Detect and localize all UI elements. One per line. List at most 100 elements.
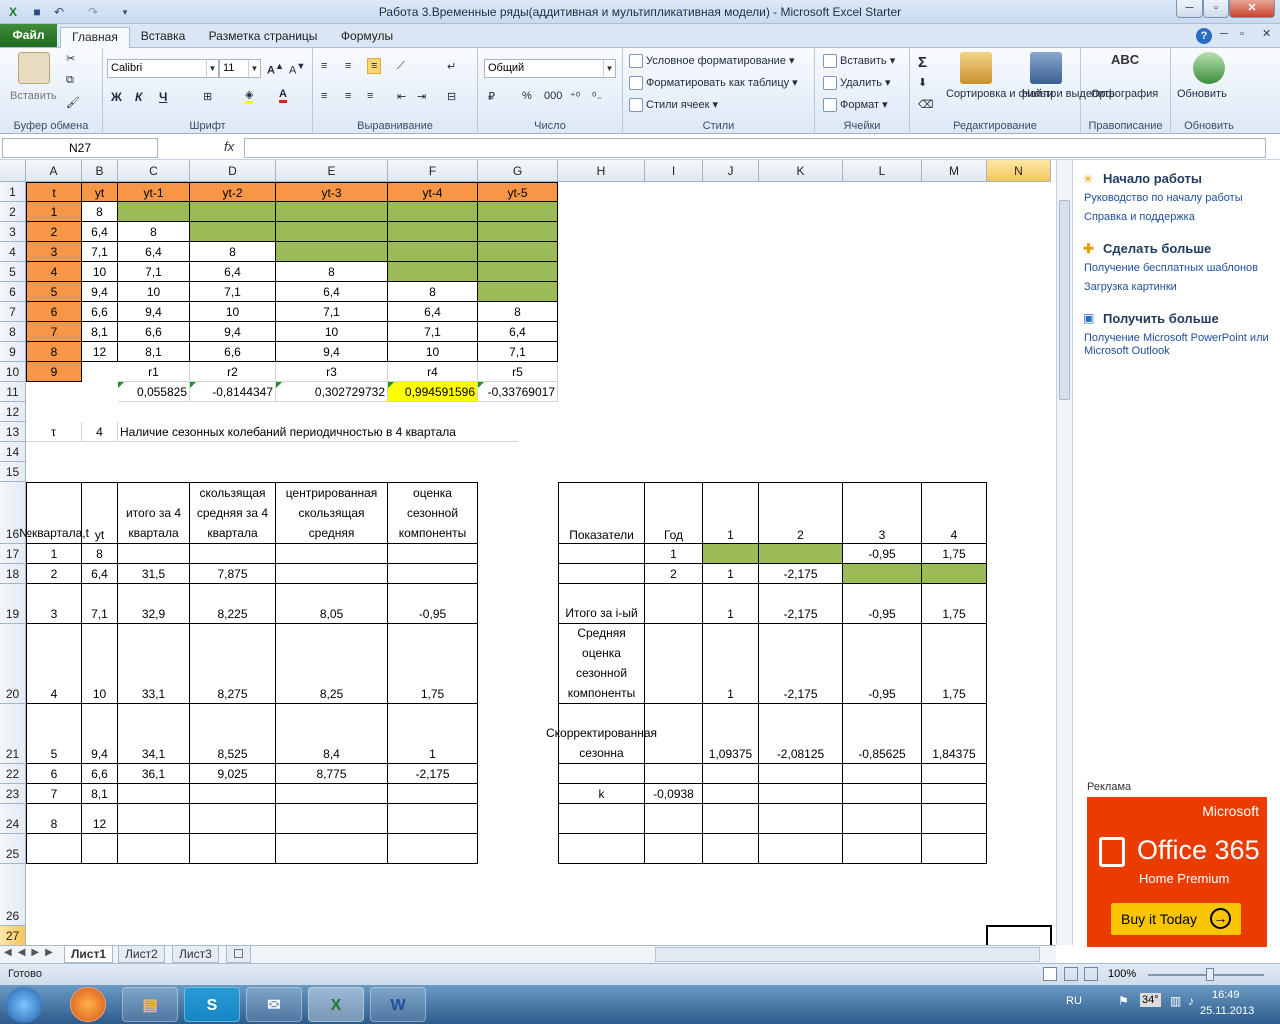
- spelling-button[interactable]: Орфография: [1091, 88, 1158, 100]
- align-right-icon[interactable]: ≡: [367, 90, 373, 102]
- cell-C10[interactable]: r1: [118, 362, 190, 382]
- find-select-icon[interactable]: [1030, 52, 1062, 84]
- cell-E5[interactable]: 8: [276, 262, 388, 282]
- cell-M21[interactable]: 1,84375: [922, 704, 987, 764]
- cell-H22[interactable]: [558, 764, 645, 784]
- cell-K23[interactable]: [759, 784, 843, 804]
- cell-A23[interactable]: 7: [26, 784, 82, 804]
- cell-K24[interactable]: [759, 804, 843, 834]
- column-header-I[interactable]: I: [645, 160, 703, 182]
- cell-C6[interactable]: 10: [118, 282, 190, 302]
- cell-A4[interactable]: 3: [26, 242, 82, 262]
- cell-F19[interactable]: -0,95: [388, 584, 478, 624]
- cell-L17[interactable]: -0,95: [843, 544, 922, 564]
- cell-H24[interactable]: [558, 804, 645, 834]
- cell-B16[interactable]: yt: [82, 482, 118, 544]
- cell-H20[interactable]: Средняя оценка сезонной компоненты: [558, 624, 645, 704]
- align-left-icon[interactable]: ≡: [321, 90, 327, 102]
- cell-F18[interactable]: [388, 564, 478, 584]
- cell-B19[interactable]: 7,1: [82, 584, 118, 624]
- decrease-decimal-icon[interactable]: ⁰₋: [592, 90, 602, 103]
- fill-color-icon[interactable]: ◈: [245, 88, 254, 104]
- cell-D8[interactable]: 9,4: [190, 322, 276, 342]
- cell-D1[interactable]: yt-2: [190, 182, 276, 202]
- cell-E25[interactable]: [276, 834, 388, 864]
- borders-icon[interactable]: ⊞: [203, 90, 212, 103]
- cell-J25[interactable]: [703, 834, 759, 864]
- cell-K20[interactable]: -2,175: [759, 624, 843, 704]
- cell-M23[interactable]: [922, 784, 987, 804]
- row-header-17[interactable]: 17: [0, 544, 26, 564]
- cell-G1[interactable]: yt-5: [478, 182, 558, 202]
- paste-button[interactable]: Вставить: [10, 90, 57, 102]
- page-break-icon[interactable]: [1084, 967, 1098, 981]
- cell-A8[interactable]: 7: [26, 322, 82, 342]
- link-templates[interactable]: Получение бесплатных шаблонов: [1084, 262, 1274, 275]
- cell-I21[interactable]: [645, 704, 703, 764]
- cell-B24[interactable]: 12: [82, 804, 118, 834]
- column-header-M[interactable]: M: [922, 160, 987, 182]
- percent-button[interactable]: %: [522, 90, 532, 102]
- font-size-select[interactable]: 11 ▼: [219, 59, 261, 78]
- cell-F25[interactable]: [388, 834, 478, 864]
- row-header-20[interactable]: 20: [0, 624, 26, 704]
- active-cell-N27[interactable]: [986, 925, 1052, 945]
- cell-M25[interactable]: [922, 834, 987, 864]
- row-header-4[interactable]: 4: [0, 242, 26, 262]
- update-button[interactable]: Обновить: [1177, 88, 1227, 100]
- word-taskbar-icon[interactable]: W: [370, 987, 426, 1022]
- cell-D17[interactable]: [190, 544, 276, 564]
- cell-B3[interactable]: 6,4: [82, 222, 118, 242]
- cell-L25[interactable]: [843, 834, 922, 864]
- row-header-23[interactable]: 23: [0, 784, 26, 804]
- tab-file[interactable]: Файл: [0, 24, 57, 47]
- cell-E6[interactable]: 6,4: [276, 282, 388, 302]
- cell-G10[interactable]: r5: [478, 362, 558, 382]
- skype-icon[interactable]: S: [184, 987, 240, 1022]
- cell-D4[interactable]: 8: [190, 242, 276, 262]
- horizontal-scrollbar[interactable]: [655, 947, 1040, 962]
- cell-M19[interactable]: 1,75: [922, 584, 987, 624]
- cell-G6[interactable]: [478, 282, 558, 302]
- sheet-nav-icons[interactable]: ◀◀▶▶: [4, 947, 59, 958]
- underline-button[interactable]: Ч: [159, 90, 167, 104]
- cell-F23[interactable]: [388, 784, 478, 804]
- cell-L24[interactable]: [843, 804, 922, 834]
- cell-F7[interactable]: 6,4: [388, 302, 478, 322]
- normal-view-icon[interactable]: [1043, 967, 1057, 981]
- volume-icon[interactable]: ♪: [1188, 994, 1194, 1008]
- cell-A24[interactable]: 8: [26, 804, 82, 834]
- row-header-15[interactable]: 15: [0, 462, 26, 482]
- cell-E9[interactable]: 9,4: [276, 342, 388, 362]
- font-color-icon[interactable]: A: [279, 88, 287, 103]
- cell-D2[interactable]: [190, 202, 276, 222]
- cell-E22[interactable]: 8,775: [276, 764, 388, 784]
- align-bottom-icon[interactable]: ≡: [367, 58, 382, 74]
- cell-B20[interactable]: 10: [82, 624, 118, 704]
- cell-C23[interactable]: [118, 784, 190, 804]
- cell-L21[interactable]: -0,85625: [843, 704, 922, 764]
- row-header-6[interactable]: 6: [0, 282, 26, 302]
- cell-J22[interactable]: [703, 764, 759, 784]
- cell-F11[interactable]: 0,994591596: [388, 382, 478, 402]
- clear-icon[interactable]: ⌫: [918, 98, 934, 111]
- column-header-K[interactable]: K: [759, 160, 843, 182]
- cell-F6[interactable]: 8: [388, 282, 478, 302]
- cell-C17[interactable]: [118, 544, 190, 564]
- cell-L22[interactable]: [843, 764, 922, 784]
- cell-D20[interactable]: 8,275: [190, 624, 276, 704]
- cell-D3[interactable]: [190, 222, 276, 242]
- cell-I22[interactable]: [645, 764, 703, 784]
- cell-D16[interactable]: скользящая средняя за 4 квартала: [190, 482, 276, 544]
- tab-insert[interactable]: Вставка: [134, 27, 192, 48]
- cell-H25[interactable]: [558, 834, 645, 864]
- zoom-level[interactable]: 100%: [1108, 968, 1136, 980]
- row-header-27[interactable]: 27: [0, 926, 26, 945]
- cell-C5[interactable]: 7,1: [118, 262, 190, 282]
- row-header-9[interactable]: 9: [0, 342, 26, 362]
- update-icon[interactable]: [1193, 52, 1225, 84]
- sort-filter-icon[interactable]: [960, 52, 992, 84]
- row-header-2[interactable]: 2: [0, 202, 26, 222]
- cell-E2[interactable]: [276, 202, 388, 222]
- cell-J18[interactable]: 1: [703, 564, 759, 584]
